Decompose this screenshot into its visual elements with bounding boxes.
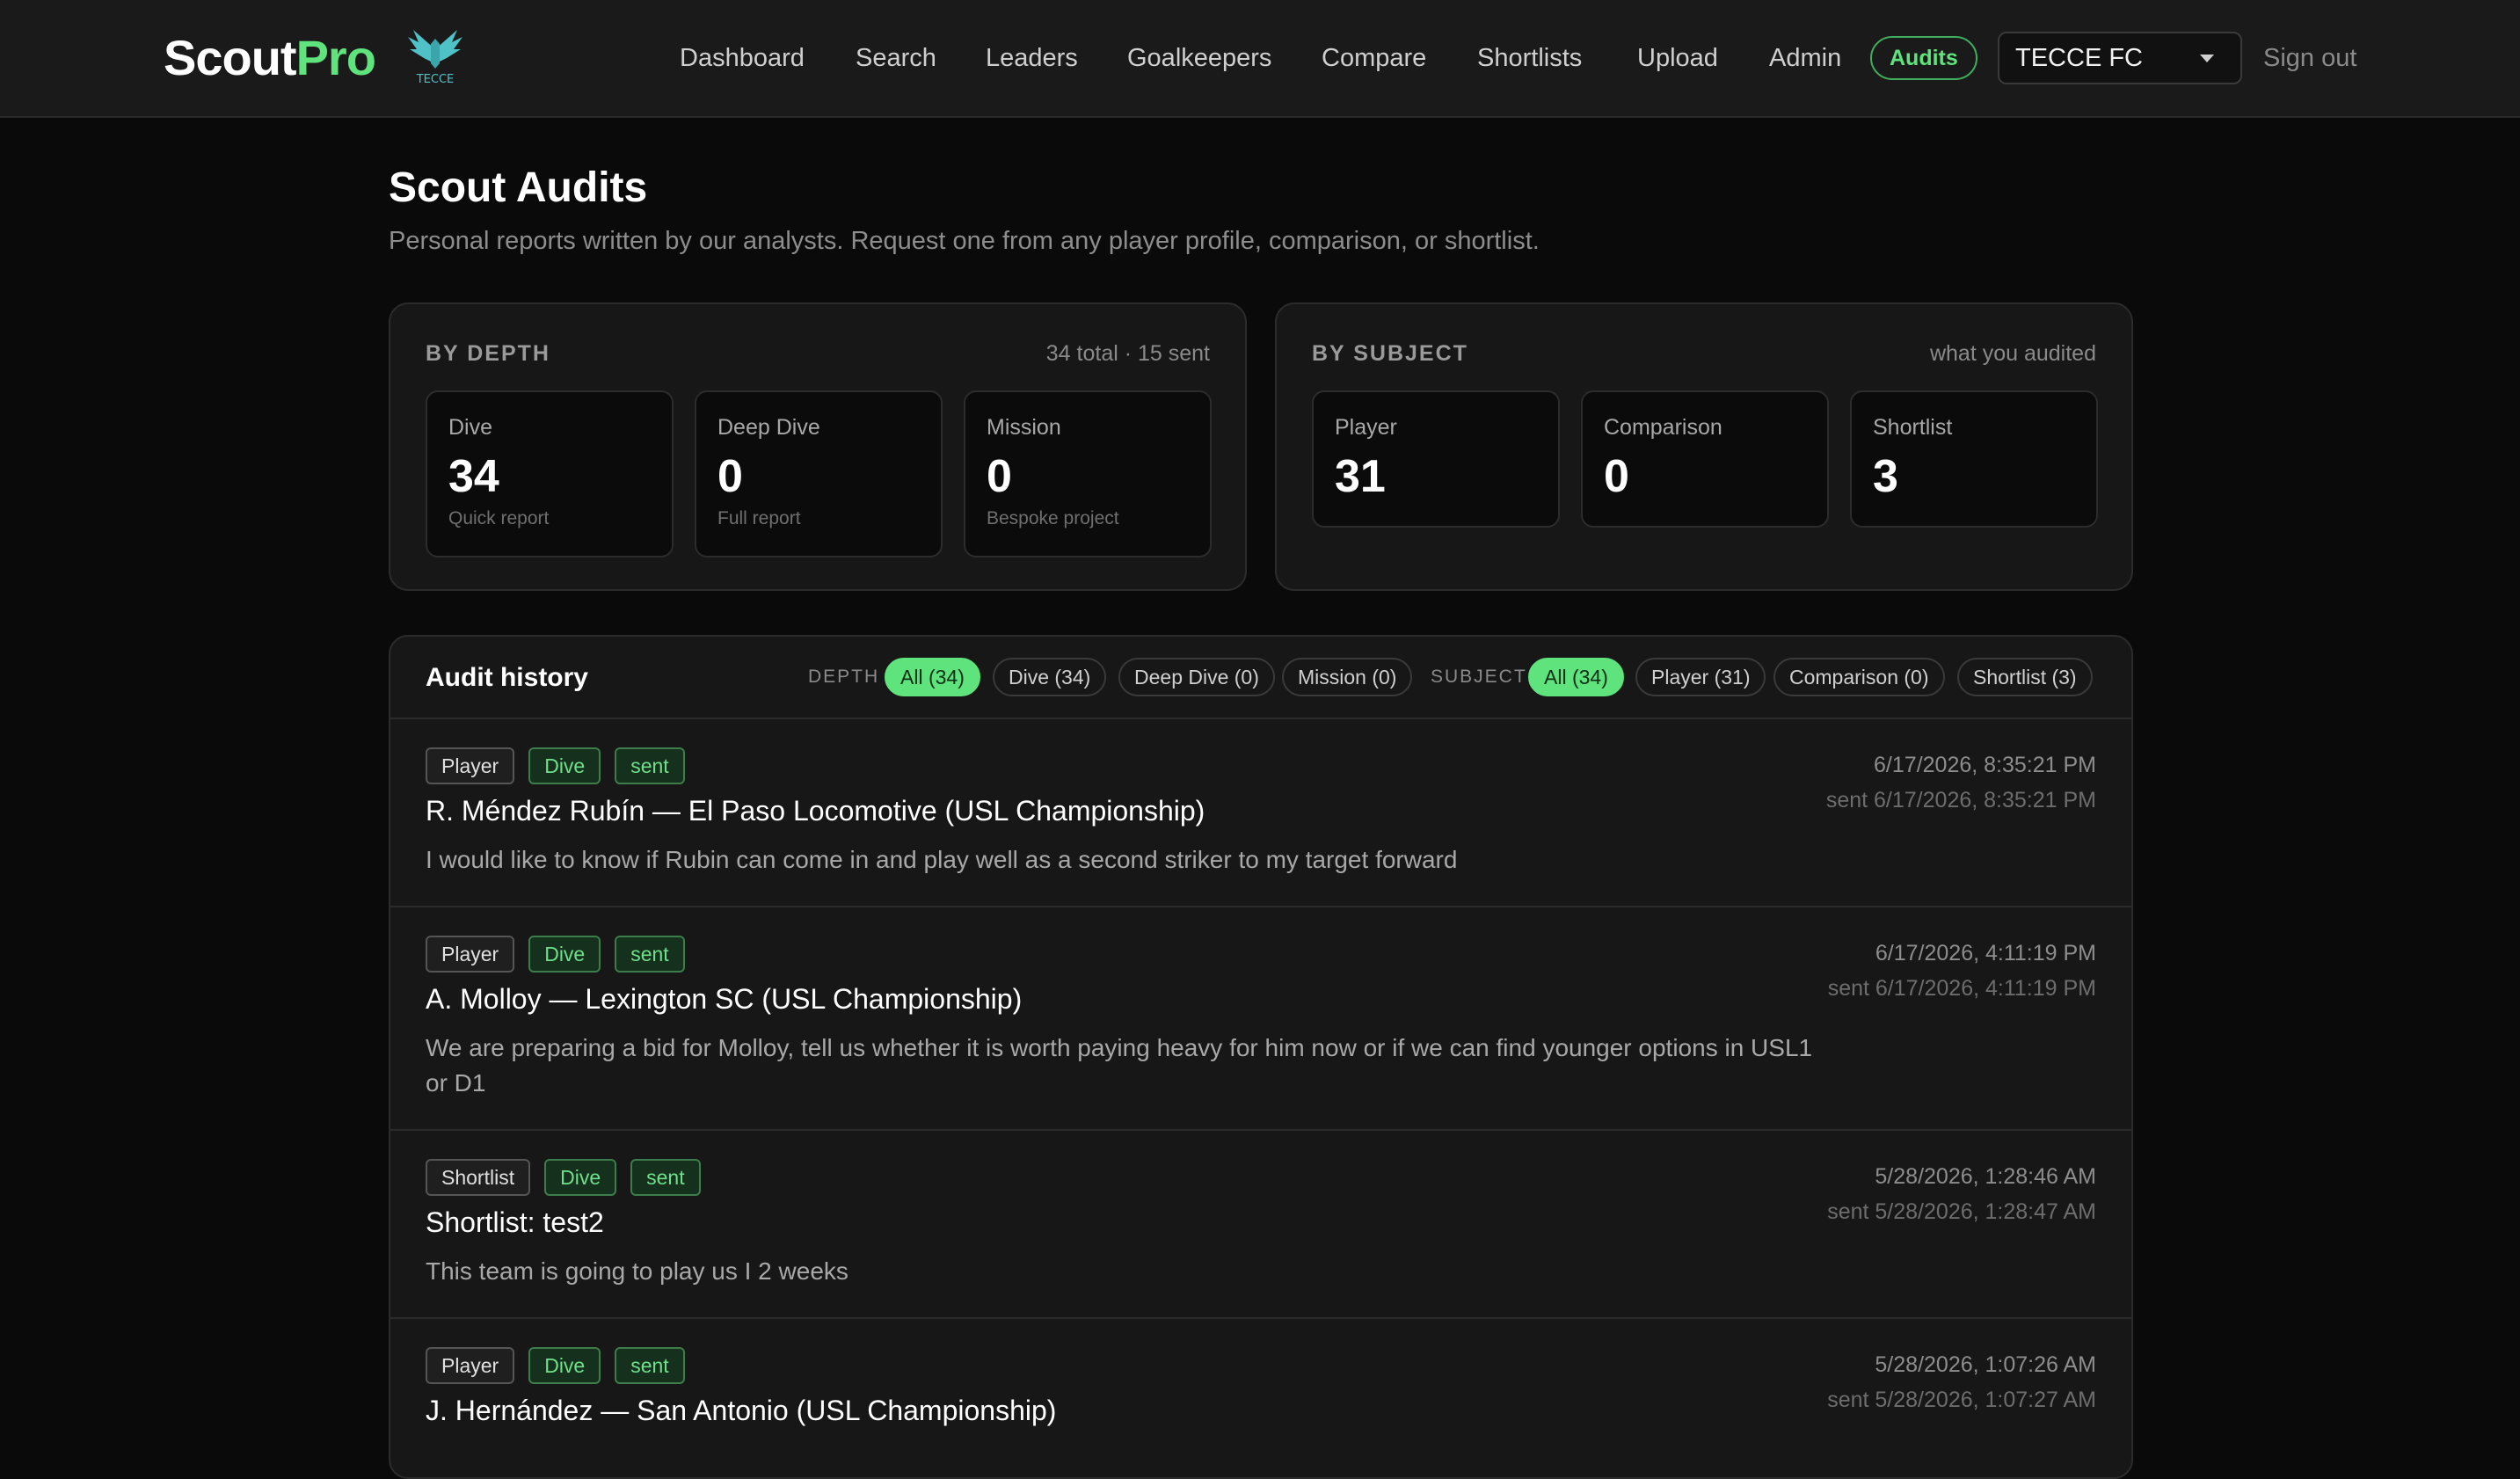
- audit-dates: 6/17/2026, 4:11:19 PM sent 6/17/2026, 4:…: [1828, 936, 2096, 1006]
- audit-history-panel: Audit history DEPTH All (34) Dive (34) D…: [389, 635, 2133, 1479]
- subject-filter-comparison[interactable]: Comparison (0): [1773, 658, 1945, 696]
- audit-title: J. Hernández — San Antonio (USL Champion…: [426, 1395, 1057, 1426]
- page-title: Scout Audits: [389, 164, 648, 211]
- subject-filter-player[interactable]: Player (31): [1635, 658, 1766, 696]
- stat-description: Quick report: [448, 508, 550, 528]
- depth-filter-all[interactable]: All (34): [885, 658, 980, 696]
- subject-filter-shortlist[interactable]: Shortlist (3): [1957, 658, 2093, 696]
- audit-request-text: We are preparing a bid for Molloy, tell …: [426, 1034, 1813, 1096]
- audit-row[interactable]: Player Dive sent A. Molloy — Lexington S…: [390, 907, 2131, 1131]
- sent-date: sent 6/17/2026, 8:35:21 PM: [1825, 788, 2096, 812]
- status-badge: sent: [615, 747, 685, 784]
- audit-dates: 5/28/2026, 1:07:26 AM sent 5/28/2026, 1:…: [1827, 1347, 2096, 1417]
- audit-request-text: This team is going to play us I 2 weeks: [426, 1257, 848, 1285]
- sent-date: sent 5/28/2026, 1:07:27 AM: [1827, 1388, 2096, 1412]
- nav-audits[interactable]: Audits: [1870, 36, 1977, 80]
- audit-title: R. Méndez Rubín — El Paso Locomotive (US…: [426, 795, 1205, 827]
- stat-name: Player: [1335, 415, 1397, 440]
- stat-card-deep-dive: Deep Dive 0 Full report: [695, 390, 943, 557]
- stat-name: Mission: [987, 415, 1061, 440]
- stat-name: Deep Dive: [717, 415, 820, 440]
- sign-out-link[interactable]: Sign out: [2263, 35, 2356, 81]
- by-depth-meta: 34 total · 15 sent: [1045, 341, 1210, 366]
- subject-badge: Player: [426, 936, 515, 973]
- subject-badge: Player: [426, 1347, 515, 1384]
- audit-row[interactable]: Player Dive sent R. Méndez Rubín — El Pa…: [390, 719, 2131, 907]
- chevron-down-icon: [2200, 55, 2214, 62]
- stat-value: 31: [1335, 451, 1386, 502]
- stat-value: 3: [1873, 451, 1898, 502]
- depth-filter-dive[interactable]: Dive (34): [993, 658, 1107, 696]
- sent-date: sent 6/17/2026, 4:11:19 PM: [1827, 976, 2096, 1001]
- svg-text:TECCE: TECCE: [416, 73, 455, 86]
- stat-name: Shortlist: [1873, 415, 1953, 440]
- stat-card-player: Player 31: [1312, 390, 1560, 528]
- nav-shortlists[interactable]: Shortlists: [1477, 35, 1582, 81]
- created-date: 5/28/2026, 1:28:46 AM: [1875, 1164, 2096, 1189]
- status-badge: sent: [630, 1159, 701, 1196]
- club-crest-icon: TECCE: [408, 30, 462, 86]
- audit-dates: 6/17/2026, 8:35:21 PM sent 6/17/2026, 8:…: [1826, 747, 2096, 818]
- sent-date: sent 5/28/2026, 1:28:47 AM: [1827, 1199, 2096, 1224]
- audit-title: Shortlist: test2: [426, 1206, 604, 1238]
- created-date: 5/28/2026, 1:07:26 AM: [1875, 1352, 2096, 1377]
- nav-search[interactable]: Search: [856, 35, 936, 81]
- created-date: 6/17/2026, 4:11:19 PM: [1875, 941, 2096, 965]
- audit-row[interactable]: Shortlist Dive sent Shortlist: test2 Thi…: [390, 1131, 2131, 1319]
- nav-admin[interactable]: Admin: [1769, 35, 1841, 81]
- stat-name: Dive: [448, 415, 493, 440]
- audit-dates: 5/28/2026, 1:28:46 AM sent 5/28/2026, 1:…: [1827, 1159, 2096, 1229]
- stat-card-mission: Mission 0 Bespoke project: [964, 390, 1212, 557]
- audit-history-header: Audit history DEPTH All (34) Dive (34) D…: [390, 637, 2131, 719]
- by-subject-label: BY SUBJECT: [1312, 341, 1468, 366]
- nav-goalkeepers[interactable]: Goalkeepers: [1127, 35, 1271, 81]
- club-selector-value: TECCE FC: [2015, 44, 2143, 72]
- stat-value: 0: [717, 451, 743, 502]
- nav-upload[interactable]: Upload: [1637, 35, 1718, 81]
- subject-filter-all[interactable]: All (34): [1528, 658, 1624, 696]
- by-depth-label: BY DEPTH: [426, 341, 550, 366]
- created-date: 6/17/2026, 8:35:21 PM: [1874, 753, 2096, 777]
- nav-leaders[interactable]: Leaders: [986, 35, 1078, 81]
- nav-compare[interactable]: Compare: [1322, 35, 1426, 81]
- stat-description: Full report: [717, 508, 801, 528]
- stat-card-dive: Dive 34 Quick report: [426, 390, 674, 557]
- club-selector[interactable]: TECCE FC: [1998, 32, 2242, 84]
- stat-value: 0: [1604, 451, 1629, 502]
- depth-badge: Dive: [528, 1347, 601, 1384]
- status-badge: sent: [615, 936, 685, 973]
- by-subject-panel: BY SUBJECT what you audited Player 31 Co…: [1275, 302, 2133, 591]
- depth-filter-label: DEPTH: [808, 667, 880, 687]
- scoutpro-logo[interactable]: ScoutPro: [164, 30, 376, 86]
- subject-filter-label: SUBJECT: [1431, 667, 1527, 687]
- top-navigation-bar: ScoutPro TECCE Dashboard Search Leaders …: [0, 0, 2520, 118]
- audit-row[interactable]: Player Dive sent J. Hernández — San Anto…: [390, 1319, 2131, 1477]
- subject-badge: Shortlist: [426, 1159, 531, 1196]
- audit-request-text: I would like to know if Rubin can come i…: [426, 846, 1458, 873]
- depth-badge: Dive: [528, 747, 601, 784]
- by-depth-panel: BY DEPTH 34 total · 15 sent Dive 34 Quic…: [389, 302, 1247, 591]
- audit-title: A. Molloy — Lexington SC (USL Championsh…: [426, 983, 1023, 1015]
- audit-history-title: Audit history: [426, 663, 588, 692]
- depth-badge: Dive: [544, 1159, 617, 1196]
- stat-card-shortlist: Shortlist 3: [1850, 390, 2098, 528]
- page-subtitle: Personal reports written by our analysts…: [389, 227, 1540, 255]
- subject-badge: Player: [426, 747, 515, 784]
- nav-dashboard[interactable]: Dashboard: [680, 35, 805, 81]
- depth-filter-deep-dive[interactable]: Deep Dive (0): [1118, 658, 1275, 696]
- stat-value: 0: [987, 451, 1012, 502]
- by-subject-meta: what you audited: [1929, 341, 2096, 366]
- stat-card-comparison: Comparison 0: [1581, 390, 1829, 528]
- stat-value: 34: [448, 451, 499, 502]
- brand-scout: Scout: [164, 30, 297, 85]
- status-badge: sent: [615, 1347, 685, 1384]
- stat-name: Comparison: [1604, 415, 1722, 440]
- depth-badge: Dive: [528, 936, 601, 973]
- brand-pro: Pro: [295, 30, 376, 85]
- depth-filter-mission[interactable]: Mission (0): [1282, 658, 1413, 696]
- stat-description: Bespoke project: [987, 508, 1119, 528]
